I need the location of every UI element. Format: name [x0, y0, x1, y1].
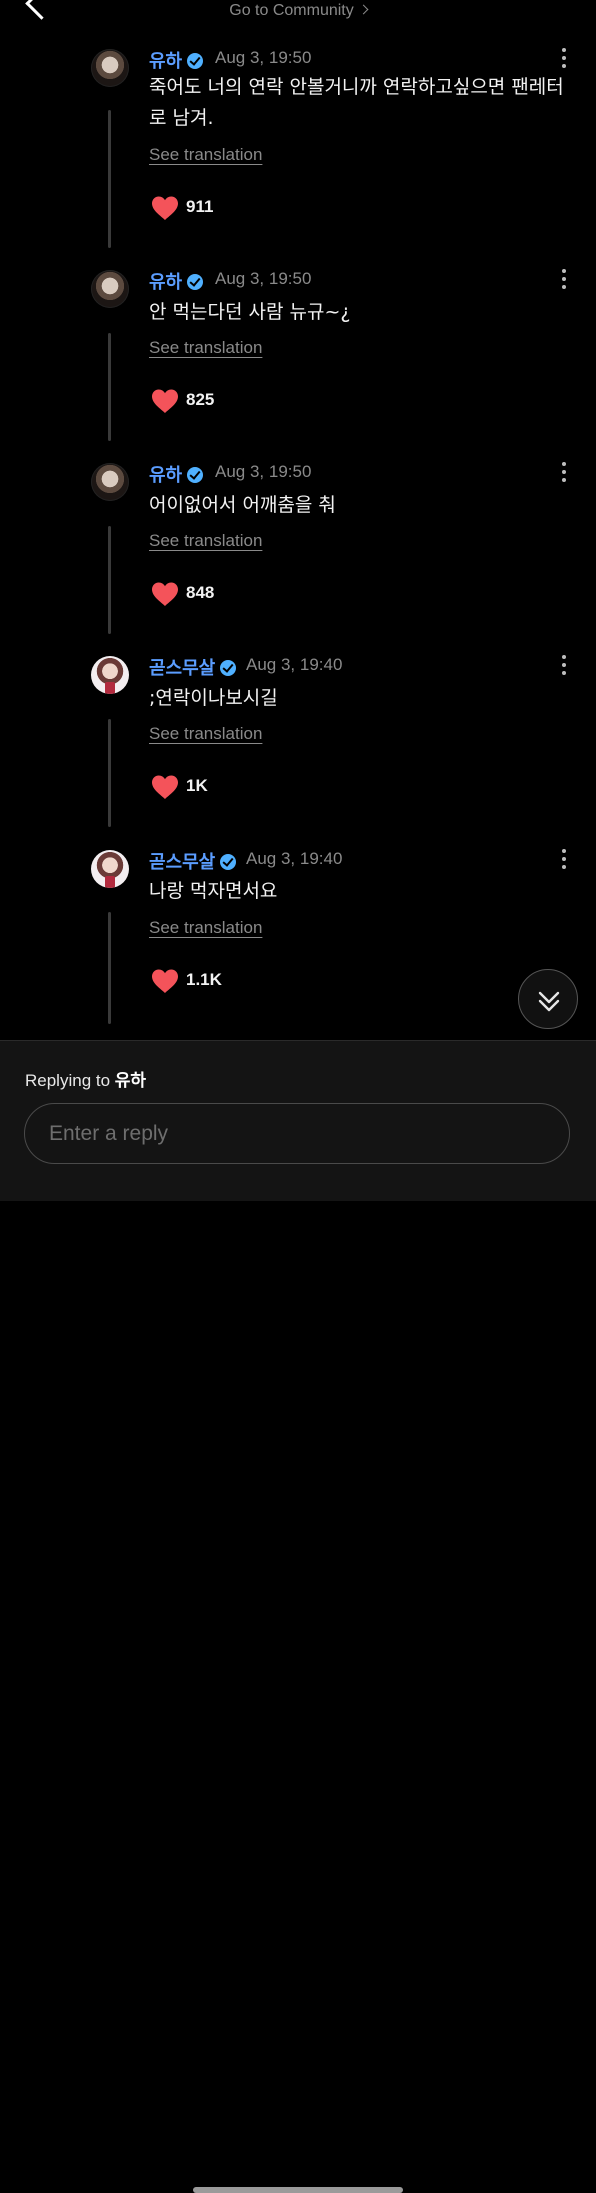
go-to-community-label[interactable]: Go to Community: [229, 2, 353, 19]
comment-text: ;연락이나보시길: [149, 687, 278, 709]
author-name[interactable]: 유하: [149, 51, 182, 72]
thread-line: [108, 912, 111, 1024]
more-options-icon[interactable]: [560, 47, 568, 69]
comment-author[interactable]: 곧스무살: [149, 848, 237, 874]
replying-to-label: Replying to 유하: [25, 1066, 146, 1091]
like-count: 1.1K: [186, 970, 222, 989]
heart-icon[interactable]: [151, 774, 179, 800]
comment-author[interactable]: 곧스무살: [149, 654, 237, 680]
like-count: 848: [186, 583, 215, 602]
heart-icon[interactable]: [151, 195, 179, 221]
more-options-icon[interactable]: [560, 848, 568, 870]
comment-time: Aug 3, 19:50: [215, 269, 312, 288]
comment-author[interactable]: 유하: [149, 461, 204, 487]
avatar[interactable]: [91, 463, 129, 501]
author-name[interactable]: 유하: [149, 272, 182, 293]
reply-input[interactable]: [24, 1103, 570, 1164]
comment-time: Aug 3, 19:40: [246, 655, 343, 674]
comment-time: Aug 3, 19:50: [215, 48, 312, 67]
avatar[interactable]: [91, 49, 129, 87]
verified-badge-icon: [187, 467, 204, 483]
comment-text: 어이없어서 어깨춤을 춰: [149, 494, 336, 516]
comment-text: 나랑 먹자면서요: [149, 880, 278, 902]
see-translation-link[interactable]: See translation: [149, 531, 262, 551]
see-translation-link[interactable]: See translation: [149, 724, 262, 744]
heart-icon[interactable]: [151, 581, 179, 607]
heart-icon[interactable]: [151, 388, 179, 414]
verified-badge-icon: [187, 53, 204, 69]
verified-badge-icon: [220, 854, 237, 870]
thread-line: [108, 333, 111, 441]
see-translation-link[interactable]: See translation: [149, 918, 262, 938]
chevron-right-icon: [358, 4, 369, 15]
go-to-community-link[interactable]: Go to Community: [0, 2, 596, 20]
more-options-icon[interactable]: [560, 654, 568, 676]
avatar[interactable]: [91, 850, 129, 888]
scroll-to-bottom-button[interactable]: [518, 969, 578, 1029]
author-name[interactable]: 곧스무살: [149, 852, 215, 873]
more-options-icon[interactable]: [560, 461, 568, 483]
avatar[interactable]: [91, 270, 129, 308]
home-indicator[interactable]: [193, 2187, 403, 2193]
see-translation-link[interactable]: See translation: [149, 145, 262, 165]
like-count: 825: [186, 390, 215, 409]
comment-time: Aug 3, 19:50: [215, 462, 312, 481]
heart-icon[interactable]: [151, 968, 179, 994]
more-options-icon[interactable]: [560, 268, 568, 290]
thread-line: [108, 719, 111, 827]
reply-bar: Replying to 유하: [0, 1040, 596, 2193]
replying-to-name: 유하: [114, 1071, 147, 1091]
like-count: 1K: [186, 776, 208, 795]
thread-line: [108, 110, 111, 248]
like-count: 911: [186, 197, 214, 216]
verified-badge-icon: [220, 660, 237, 676]
comment-text: 죽어도 너의 연락 안볼거니까 연락하고싶으면 팬레터로 남겨.: [149, 76, 564, 129]
thread-line: [108, 526, 111, 634]
author-name[interactable]: 곧스무살: [149, 658, 215, 679]
comment-text: 안 먹는다던 사람 뉴규~¿: [149, 301, 351, 323]
top-bar: Go to Community: [0, 0, 596, 24]
see-translation-link[interactable]: See translation: [149, 338, 262, 358]
comment-time: Aug 3, 19:40: [246, 849, 343, 868]
double-chevron-down-icon[interactable]: [519, 970, 579, 1030]
comment-author[interactable]: 유하: [149, 268, 204, 294]
comment-author[interactable]: 유하: [149, 47, 204, 73]
replying-to-prefix: Replying to: [25, 1071, 111, 1090]
verified-badge-icon: [187, 274, 204, 290]
avatar[interactable]: [91, 656, 129, 694]
author-name[interactable]: 유하: [149, 465, 182, 486]
